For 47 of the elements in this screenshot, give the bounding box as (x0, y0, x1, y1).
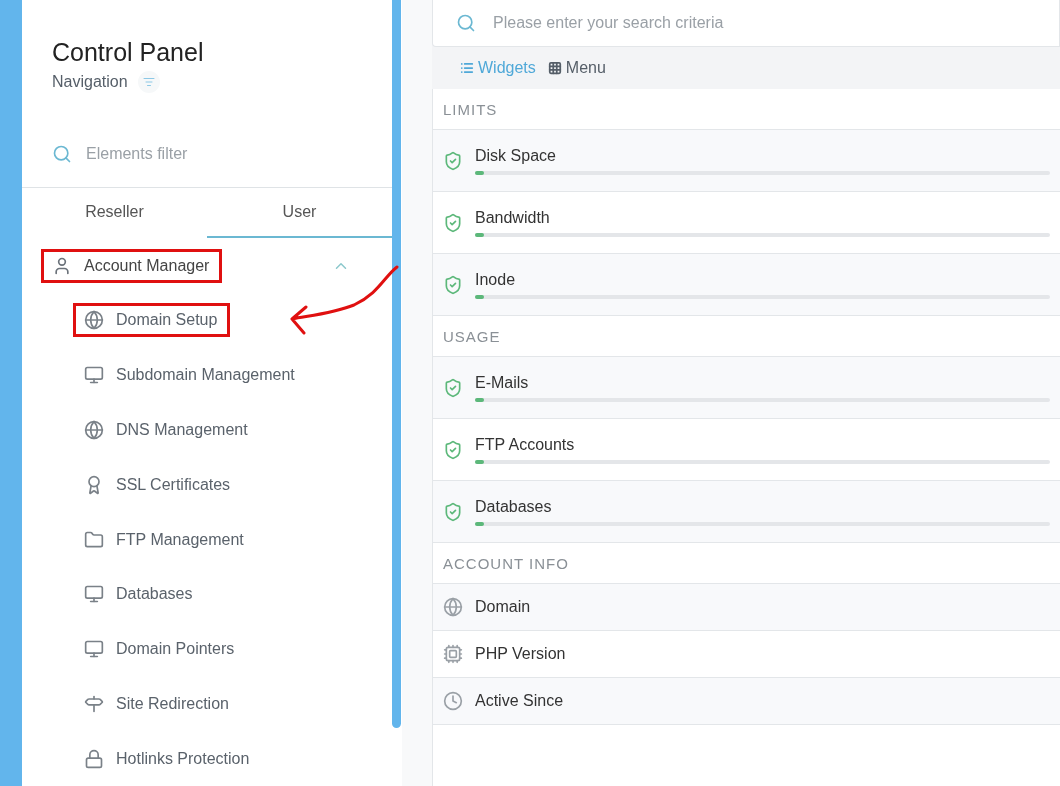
search-icon (52, 143, 72, 164)
search-icon (456, 13, 476, 33)
menu-item[interactable]: Databases (74, 578, 205, 611)
shield-check-icon (443, 150, 463, 171)
menu-icon (84, 365, 104, 386)
menu-item[interactable]: Subdomain Management (74, 359, 307, 392)
view-toggle[interactable]: Menu (547, 59, 606, 77)
menu-icon (84, 419, 104, 440)
menu-item[interactable]: FTP Management (74, 523, 256, 556)
scrollbar[interactable] (392, 0, 401, 728)
info-label: Active Since (475, 692, 564, 710)
user-icon (52, 255, 72, 276)
info-label: PHP Version (475, 645, 566, 663)
meter-label: Disk Space (475, 146, 557, 165)
menu-icon (84, 584, 104, 605)
menu-icon (84, 529, 104, 550)
panel-title: Control Panel (52, 38, 205, 67)
search-field[interactable]: Please enter your search criteria (432, 0, 1060, 47)
shield-check-icon (443, 212, 463, 233)
info-icon (443, 691, 463, 711)
menu-icon (84, 748, 104, 769)
info-icon (443, 644, 463, 664)
menu-icon (84, 693, 104, 714)
info-icon (443, 597, 463, 617)
menu-icon (84, 310, 104, 331)
menu-icon (84, 639, 104, 660)
menu-item[interactable]: SSL Certificates (74, 468, 243, 501)
shield-check-icon (443, 274, 463, 295)
sort-icon[interactable] (137, 71, 160, 93)
meter-label: Bandwidth (475, 208, 551, 227)
info-label: Domain (475, 598, 531, 616)
meter-label: Inode (475, 270, 517, 289)
meter-label: FTP Accounts (475, 435, 576, 454)
meter-label: E-Mails (475, 373, 530, 392)
grid-icon (547, 61, 562, 75)
panel-subtitle: Navigation (52, 73, 128, 91)
shield-check-icon (443, 439, 463, 460)
meter-label: Databases (475, 497, 553, 516)
menu-item[interactable]: Site Redirection (74, 687, 241, 720)
shield-check-icon (443, 377, 463, 398)
menu-item[interactable]: Domain Setup (74, 304, 230, 337)
menu-item[interactable]: DNS Management (74, 413, 260, 446)
shield-check-icon (443, 501, 463, 522)
menu-item[interactable]: Account Manager (42, 249, 222, 282)
list-icon (460, 61, 474, 75)
menu-item[interactable]: Hotlinks Protection (74, 742, 262, 775)
menu-item[interactable]: Domain Pointers (74, 633, 247, 666)
